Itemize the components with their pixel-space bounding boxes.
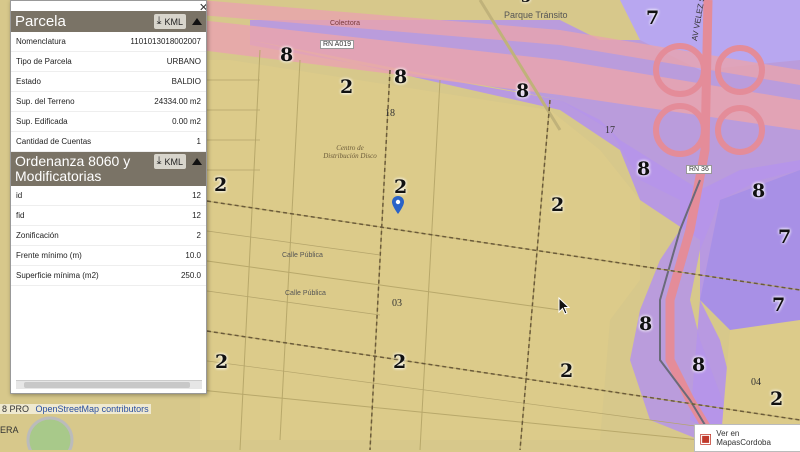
parcel-number: 04 xyxy=(751,377,761,388)
table-row: Sup. Edificada 0.00 m2 xyxy=(11,112,206,132)
zone-label: 7 xyxy=(772,294,786,316)
zone-label: 2 xyxy=(215,351,229,373)
zone-label: 7 xyxy=(778,226,792,248)
row-label: fid xyxy=(16,211,25,220)
parcel-number: 03 xyxy=(392,298,402,309)
street-label: Colectora xyxy=(330,20,360,27)
zone-label: 8 xyxy=(639,313,653,335)
zone-label: 2 xyxy=(393,351,407,373)
ver-en-line2: MapasCordoba xyxy=(716,438,771,447)
row-value: 12 xyxy=(192,191,201,200)
horizontal-scrollbar[interactable] xyxy=(16,380,202,389)
table-row: Zonificación 2 xyxy=(11,226,206,246)
attribution: 8 PRO OpenStreetMap contributors xyxy=(0,404,151,414)
row-label: id xyxy=(16,191,23,200)
route-shield: RN 36 xyxy=(686,165,712,174)
row-value: BALDIO xyxy=(171,77,201,86)
row-value: 1 xyxy=(196,137,201,146)
zone-label: 2 xyxy=(551,194,565,216)
row-value: 2 xyxy=(196,231,201,240)
zone-label: 3 xyxy=(521,0,531,6)
info-panel: ✕ Parcela ⤓ KML Nomenclatura 110101301800… xyxy=(10,0,207,394)
table-row: Estado BALDIO xyxy=(11,72,206,92)
section-title: Ordenanza 8060 y Modificatorias xyxy=(15,153,131,184)
row-label: Superficie mínima (m2) xyxy=(16,271,99,280)
parcela-table: Nomenclatura 1101013018002007 Tipo de Par… xyxy=(11,32,206,152)
table-row: Superficie mínima (m2) 250.0 xyxy=(11,266,206,286)
row-value: URBANO xyxy=(166,57,201,66)
kml-download-button[interactable]: ⤓ KML xyxy=(153,154,186,169)
ver-en-mapascordoba-button[interactable]: ▣ Ver en MapasCordoba xyxy=(694,424,800,452)
place-label: Centro de Distribución Disco xyxy=(323,144,377,160)
row-value: 1101013018002007 xyxy=(130,37,201,46)
table-row: id 12 xyxy=(11,186,206,206)
section-title: Parcela xyxy=(15,13,66,30)
kml-label: KML xyxy=(164,16,183,27)
kml-label: KML xyxy=(164,156,183,167)
route-shield: RN A019 xyxy=(320,40,355,49)
attribution-prefix: 8 PRO xyxy=(2,404,30,414)
ordenanza-header[interactable]: Ordenanza 8060 y Modificatorias ⤓ KML xyxy=(11,152,206,186)
table-row: Cantidad de Cuentas 1 xyxy=(11,132,206,152)
row-label: Frente mínimo (m) xyxy=(16,251,82,260)
street-label: Parque Tránsito xyxy=(504,10,568,20)
parcela-header[interactable]: Parcela ⤓ KML xyxy=(11,11,206,32)
download-icon: ⤓ xyxy=(156,155,162,167)
table-row: Nomenclatura 1101013018002007 xyxy=(11,32,206,52)
collapse-icon[interactable] xyxy=(192,18,202,25)
zone-label: 2 xyxy=(214,174,228,196)
row-value: 12 xyxy=(192,211,201,220)
ordenanza-table: id 12 fid 12 Zonificación 2 Frente mínimo (… xyxy=(11,186,206,286)
corner-text: ERA xyxy=(0,425,19,435)
zone-label: 8 xyxy=(516,80,530,102)
close-icon[interactable]: ✕ xyxy=(199,1,206,14)
zone-label: 8 xyxy=(752,180,766,202)
parcel-number: 17 xyxy=(605,125,615,136)
row-label: Sup. Edificada xyxy=(16,117,68,126)
street-label: Calle Pública xyxy=(285,290,326,297)
collapse-icon[interactable] xyxy=(192,158,202,165)
street-label: Calle Pública xyxy=(282,252,323,259)
roundabout xyxy=(26,416,74,450)
table-row: Frente mínimo (m) 10.0 xyxy=(11,246,206,266)
zone-label: 8 xyxy=(280,44,294,66)
table-row: Sup. del Terreno 24334.00 m2 xyxy=(11,92,206,112)
kml-download-button[interactable]: ⤓ KML xyxy=(153,14,186,29)
zone-label: 2 xyxy=(394,176,408,198)
row-label: Tipo de Parcela xyxy=(16,57,72,66)
location-marker-icon[interactable] xyxy=(392,196,404,219)
zone-label: 8 xyxy=(692,354,706,376)
row-label: Nomenclatura xyxy=(16,37,66,46)
zone-label: 2 xyxy=(560,360,574,382)
zone-label: 2 xyxy=(340,76,354,98)
mouse-cursor-icon xyxy=(558,296,571,320)
row-label: Cantidad de Cuentas xyxy=(16,137,92,146)
osm-link[interactable]: OpenStreetMap contributors xyxy=(36,404,149,414)
zone-label: 8 xyxy=(637,158,651,180)
row-value: 24334.00 m2 xyxy=(154,97,201,106)
row-label: Estado xyxy=(16,77,41,86)
row-label: Sup. del Terreno xyxy=(16,97,75,106)
row-value: 250.0 xyxy=(180,271,201,280)
zone-label: 8 xyxy=(394,66,408,88)
zone-label: 7 xyxy=(646,7,660,29)
table-row: Tipo de Parcela URBANO xyxy=(11,52,206,72)
parcel-number: 18 xyxy=(385,108,395,119)
ver-en-line1: Ver en xyxy=(716,429,740,438)
row-label: Zonificación xyxy=(16,231,59,240)
row-value: 10.0 xyxy=(185,251,201,260)
map-icon: ▣ xyxy=(699,429,713,446)
zone-label: 2 xyxy=(770,388,784,410)
scrollbar-thumb[interactable] xyxy=(24,382,190,388)
table-row: fid 12 xyxy=(11,206,206,226)
row-value: 0.00 m2 xyxy=(172,117,201,126)
download-icon: ⤓ xyxy=(156,15,162,27)
